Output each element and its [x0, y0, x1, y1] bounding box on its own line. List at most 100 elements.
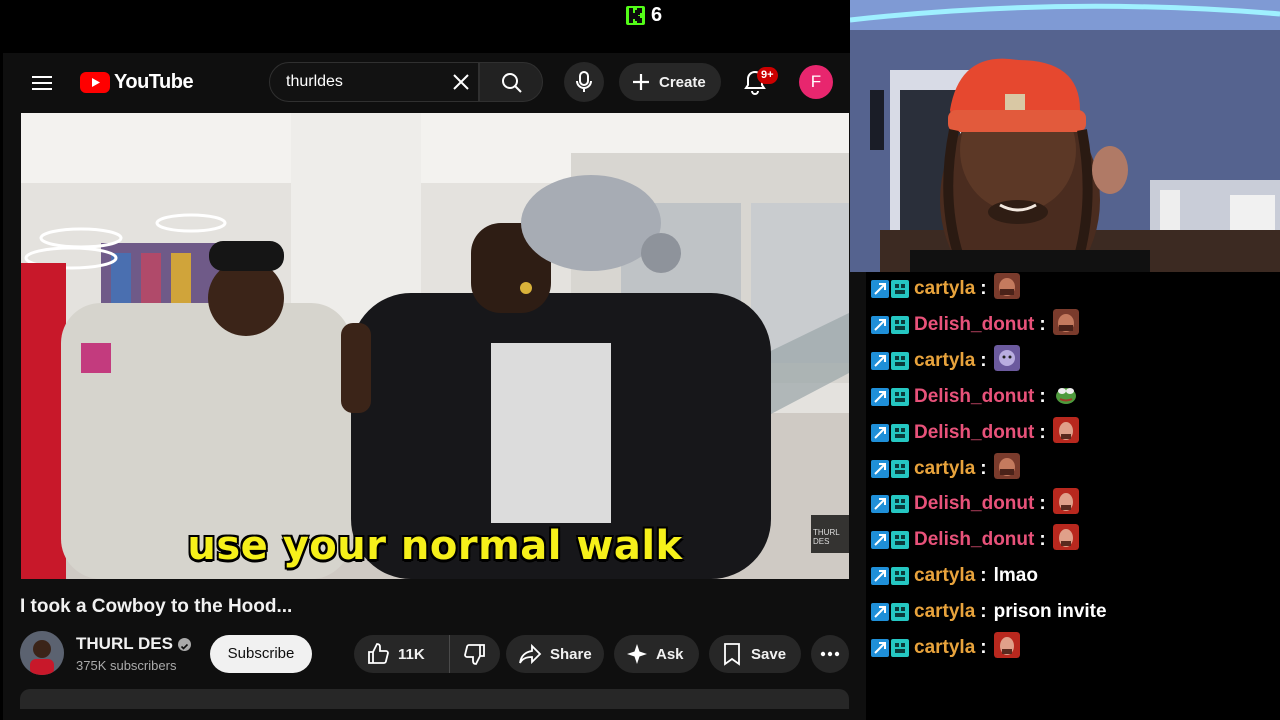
subscribe-button[interactable]: Subscribe	[210, 635, 312, 673]
search-icon	[502, 73, 522, 93]
chat-username[interactable]: Delish_donut	[914, 386, 1034, 408]
notification-badge: 9+	[757, 67, 778, 84]
webcam-image	[850, 0, 1280, 272]
verified-link-badge-icon	[871, 423, 889, 442]
chat-message: Delish_donut:	[871, 308, 1079, 341]
kick-logo-icon	[626, 6, 645, 25]
chat-separator: :	[1039, 529, 1046, 551]
chat-badges	[871, 531, 909, 550]
video-player[interactable]: use your normal walk THURL DES	[21, 113, 849, 579]
chat-separator: :	[980, 601, 987, 623]
verified-link-badge-icon	[871, 351, 889, 370]
streamer-webcam	[850, 0, 1280, 272]
verified-link-badge-icon	[871, 603, 889, 622]
viewer-count: 6	[651, 4, 663, 26]
menu-icon[interactable]	[29, 72, 55, 94]
chat-username[interactable]: Delish_donut	[914, 422, 1034, 444]
dislike-button[interactable]	[450, 635, 500, 673]
chat-username[interactable]: Delish_donut	[914, 314, 1034, 336]
chat-username[interactable]: cartyla	[914, 601, 975, 623]
subscriber-badge-icon	[891, 639, 909, 657]
subscriber-badge-icon	[891, 459, 909, 478]
red-face-emote	[1052, 416, 1079, 449]
chat-message: Delish_donut:	[871, 380, 1079, 413]
channel-watermark[interactable]: THURL DES	[811, 515, 849, 553]
create-label: Create	[659, 73, 706, 91]
chat-badges	[871, 280, 909, 298]
verified-link-badge-icon	[871, 387, 889, 406]
verified-link-badge-icon	[871, 459, 889, 478]
channel-name[interactable]: THURL DES	[76, 634, 191, 654]
subscriber-badge-icon	[891, 567, 909, 586]
chat-username[interactable]: Delish_donut	[914, 493, 1034, 515]
channel-avatar[interactable]	[20, 631, 64, 675]
chat-badges	[871, 387, 909, 406]
create-button[interactable]: Create	[619, 63, 721, 101]
chat-badges	[871, 495, 909, 514]
clear-search-icon[interactable]	[450, 71, 472, 93]
verified-link-badge-icon	[871, 280, 889, 298]
chat-username[interactable]: cartyla	[914, 637, 975, 659]
thumbs-up-icon	[368, 643, 389, 664]
chat-username[interactable]: cartyla	[914, 350, 975, 372]
chat-message: cartyla:	[871, 452, 1020, 485]
like-button[interactable]: 11K	[354, 635, 450, 673]
chat-username[interactable]: Delish_donut	[914, 529, 1034, 551]
verified-link-badge-icon	[871, 315, 889, 334]
verified-link-badge-icon	[871, 567, 889, 586]
save-button[interactable]: Save	[709, 635, 801, 673]
more-horizontal-icon	[820, 651, 840, 657]
pepe-emote	[1052, 380, 1079, 413]
chat-username[interactable]: cartyla	[914, 458, 975, 480]
chat-separator: :	[980, 349, 987, 371]
search-input[interactable]	[286, 73, 436, 91]
plus-icon	[633, 74, 649, 90]
youtube-play-icon	[80, 72, 110, 93]
chat-separator: :	[1039, 493, 1046, 515]
chat-message-text: lmao	[993, 565, 1038, 587]
voice-search-button[interactable]	[564, 62, 604, 102]
chat-separator: :	[980, 637, 987, 658]
like-dislike-group: 11K	[354, 635, 500, 673]
chat-badges	[871, 351, 909, 370]
subscriber-badge-icon	[891, 280, 909, 298]
save-label: Save	[751, 645, 787, 663]
description-box[interactable]	[20, 689, 849, 709]
chat-panel: cartyla: Delish_donut: cartyla: Delish_donu…	[866, 272, 1280, 720]
chat-username[interactable]: cartyla	[914, 565, 975, 587]
share-label: Share	[550, 645, 592, 663]
youtube-logo[interactable]: YouTube	[80, 71, 194, 94]
verified-link-badge-icon	[871, 639, 889, 657]
video-title: I took a Cowboy to the Hood...	[20, 596, 293, 617]
chat-separator: :	[980, 457, 987, 479]
chat-username[interactable]: cartyla	[914, 278, 975, 300]
more-actions-button[interactable]	[811, 635, 849, 673]
chat-separator: :	[980, 278, 987, 299]
thumbs-down-icon	[464, 644, 485, 665]
search-button[interactable]	[479, 62, 543, 102]
account-avatar[interactable]: F	[799, 65, 833, 99]
chat-message: cartyla: prison invite	[871, 597, 1107, 627]
chat-badges	[871, 603, 909, 622]
youtube-header: YouTube Create 9+ F	[3, 53, 866, 113]
microphone-icon	[576, 71, 592, 92]
ask-button[interactable]: Ask	[614, 635, 699, 673]
video-frame-image	[21, 113, 849, 579]
gigachad-emote	[1052, 308, 1079, 341]
chat-badges	[871, 459, 909, 478]
chat-message: Delish_donut:	[871, 524, 1079, 555]
youtube-logo-text: YouTube	[114, 71, 194, 93]
verified-link-badge-icon	[871, 531, 889, 550]
gigachad-emote	[993, 452, 1020, 485]
subscriber-badge-icon	[891, 351, 909, 370]
red-face-emote	[1052, 488, 1079, 520]
chat-message: Delish_donut:	[871, 416, 1079, 449]
video-caption: use your normal walk	[187, 523, 683, 569]
bookmark-icon	[724, 643, 740, 666]
chat-separator: :	[1039, 421, 1046, 443]
share-button[interactable]: Share	[506, 635, 604, 673]
kick-viewer-counter: 6	[626, 4, 662, 27]
verified-icon	[177, 637, 191, 651]
subscriber-badge-icon	[891, 315, 909, 334]
chat-separator: :	[980, 565, 987, 587]
